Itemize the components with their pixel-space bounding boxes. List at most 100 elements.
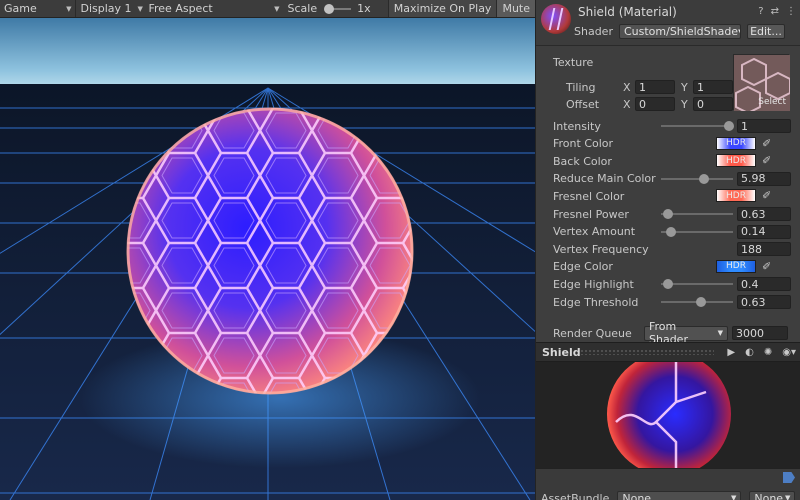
game-viewport[interactable] (0, 18, 535, 500)
shader-dropdown[interactable]: Custom/ShieldShade ▼ (618, 24, 741, 39)
property-value-field[interactable]: 5.98 (737, 171, 791, 186)
hdr-color-swatch[interactable]: HDR (716, 154, 756, 168)
asset-bundle-variant-dropdown[interactable]: None ▼ (749, 491, 796, 500)
hdr-color-swatch[interactable]: HDR (716, 136, 756, 150)
scale-slider[interactable] (324, 3, 352, 14)
more-options-icon[interactable]: ⋮ (786, 6, 796, 17)
display-dropdown[interactable]: Display 1 ▼ (76, 0, 144, 17)
slider-knob[interactable] (724, 121, 735, 131)
preset-icon[interactable]: ⇄ (771, 6, 779, 17)
property-row: Edge Highlight 0.4 (553, 276, 793, 292)
material-preview[interactable] (536, 362, 800, 468)
hdr-label: HDR (726, 261, 746, 272)
property-row: Fresnel Power 0.63 (553, 206, 793, 222)
asset-bundle-bar: AssetBundle None ▼ None ▼ (536, 468, 800, 500)
property-value-field[interactable]: 0.14 (737, 224, 791, 239)
slider-knob[interactable] (663, 279, 674, 290)
scale-control[interactable]: Scale 1x (284, 0, 388, 17)
slider-knob[interactable] (666, 226, 677, 237)
slider-track[interactable] (661, 125, 733, 127)
material-properties: Texture Tiling X 1 Y 1 Offset X 0 Y 0 Se… (536, 46, 800, 346)
property-label: Back Color (553, 154, 612, 168)
eyedropper-icon[interactable]: ✐ (762, 189, 774, 202)
asset-bundle-value: None (622, 491, 652, 500)
property-slider[interactable] (661, 224, 733, 240)
play-icon[interactable]: ▶ (727, 347, 735, 358)
property-row: Front Color HDR ✐ (553, 136, 793, 152)
material-title: Shield (Material) (578, 5, 677, 19)
render-queue-field[interactable]: 3000 (732, 326, 788, 340)
slider-knob[interactable] (695, 297, 706, 307)
edit-shader-button[interactable]: Edit... (746, 24, 785, 39)
chevron-down-icon: ▼ (66, 4, 72, 13)
preview-lighting-icon[interactable]: ✺ (764, 347, 772, 358)
mute-audio-toggle[interactable]: Mute (496, 0, 535, 17)
eyedropper-icon[interactable]: ✐ (762, 260, 774, 273)
chevron-down-icon: ▼ (274, 4, 280, 13)
eyedropper-icon[interactable]: ✐ (762, 154, 774, 167)
edit-label: Edit... (750, 25, 782, 38)
asset-bundle-dropdown[interactable]: None ▼ (617, 491, 742, 500)
hdr-label: HDR (726, 138, 746, 149)
offset-label: Offset (566, 97, 600, 111)
property-value-field[interactable]: 0.63 (737, 295, 791, 309)
preview-header: Shield ▶ ◐ ✺ ◉▾ (536, 342, 800, 362)
game-tab-label: Game (4, 2, 37, 15)
aspect-dropdown[interactable]: Free Aspect ▼ (144, 0, 283, 17)
property-slider[interactable] (661, 118, 735, 134)
slider-knob[interactable] (663, 209, 674, 219)
property-row: Vertex Frequency 188 (553, 241, 793, 257)
render-queue-row: Render Queue From Shader ▼ 3000 (553, 320, 793, 346)
preview-mesh-icon[interactable]: ◐ (745, 347, 754, 358)
property-value-field[interactable]: 0.63 (737, 207, 791, 221)
texture-slot[interactable]: Select (733, 54, 790, 111)
tiling-label: Tiling (566, 80, 596, 94)
slider-knob[interactable] (699, 173, 710, 184)
property-value-field[interactable]: 0.4 (737, 277, 791, 292)
property-row: Reduce Main Color 5.98 (553, 171, 793, 187)
hdr-label: HDR (726, 155, 746, 166)
chevron-down-icon: ▼ (730, 494, 737, 500)
offset-x-label: X (623, 97, 631, 111)
eyedropper-icon[interactable]: ✐ (762, 137, 774, 150)
shader-label: Shader (574, 25, 613, 38)
tiling-y-field[interactable]: 1 (693, 80, 733, 94)
hdr-color-swatch[interactable]: HDR (716, 259, 756, 273)
chevron-down-icon: ▼ (137, 4, 143, 13)
preview-drag-handle[interactable] (580, 349, 715, 355)
offset-y-field[interactable]: 0 (693, 97, 733, 111)
property-label: Front Color (553, 137, 614, 151)
property-value-field[interactable]: 1 (737, 119, 791, 133)
hdr-color-swatch[interactable]: HDR (716, 189, 756, 203)
chevron-down-icon: ▼ (717, 329, 723, 337)
material-header: Shield (Material) ? ⇄ ⋮ Shader Custom/Sh… (536, 0, 800, 46)
property-label: Edge Color (553, 260, 613, 274)
label-tag-icon[interactable] (783, 472, 795, 483)
slider-track[interactable] (661, 177, 733, 180)
property-slider[interactable] (661, 294, 733, 310)
game-tab-dropdown[interactable]: Game ▼ (0, 0, 75, 17)
help-icon[interactable]: ? (758, 6, 763, 17)
tiling-x-field[interactable]: 1 (635, 80, 675, 94)
asset-bundle-variant: None (754, 491, 784, 500)
shader-value: Custom/ShieldShade (623, 25, 739, 38)
asset-bundle-row: AssetBundle None ▼ None ▼ (541, 491, 796, 500)
maximize-label: Maximize On Play (393, 2, 492, 15)
property-slider[interactable] (661, 206, 733, 222)
maximize-on-play-toggle[interactable]: Maximize On Play (387, 0, 497, 17)
chevron-down-icon: ▼ (784, 494, 791, 500)
tiling-row: Tiling X 1 Y 1 (566, 80, 733, 94)
offset-x-field[interactable]: 0 (635, 97, 675, 111)
scale-label: Scale (287, 2, 318, 15)
tiling-x-label: X (623, 80, 631, 94)
scale-slider-knob[interactable] (324, 3, 335, 14)
render-queue-dropdown[interactable]: From Shader ▼ (644, 320, 728, 346)
preview-background-icon[interactable]: ◉▾ (782, 347, 796, 358)
texture-select-label[interactable]: Select (758, 97, 786, 107)
property-value-field[interactable]: 188 (737, 242, 791, 257)
display-label: Display 1 (80, 2, 132, 15)
property-row: Edge Color HDR ✐ (553, 259, 793, 275)
property-slider[interactable] (661, 276, 733, 292)
header-tools: ? ⇄ ⋮ (758, 6, 796, 17)
property-slider[interactable] (661, 171, 733, 187)
